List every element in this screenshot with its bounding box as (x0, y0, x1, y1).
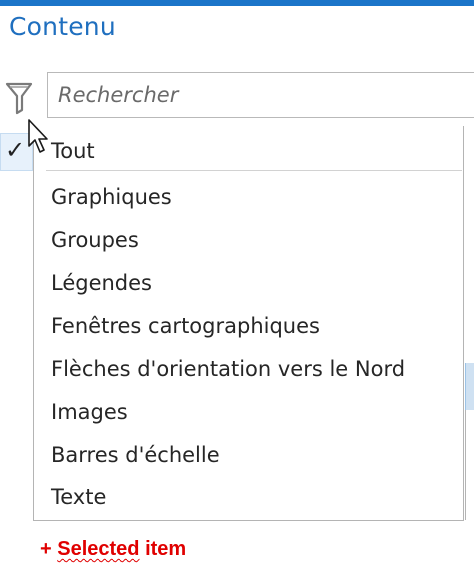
menu-item-fleches-nord[interactable]: Flèches d'orientation vers le Nord (51, 357, 405, 381)
checkmark-icon: ✓ (5, 136, 26, 164)
filter-button[interactable] (2, 76, 36, 116)
menu-separator (46, 170, 462, 171)
background-selected-row (465, 363, 474, 410)
annotation-word-item: item (139, 538, 187, 560)
menu-item-legendes[interactable]: Légendes (51, 271, 152, 295)
selected-item-annotation: + Selected item (40, 538, 186, 561)
annotation-word-selected: Selected (57, 538, 140, 560)
window-accent-bar (0, 0, 474, 6)
menu-item-fenetres-cartographiques[interactable]: Fenêtres cartographiques (51, 314, 320, 338)
menu-item-tout[interactable]: Tout (51, 139, 95, 163)
menu-item-texte[interactable]: Texte (51, 485, 106, 509)
filter-dropdown-menu: Tout Graphiques Groupes Légendes Fenêtre… (33, 126, 464, 521)
filter-icon (5, 82, 33, 115)
mouse-pointer-icon (28, 119, 48, 153)
search-field[interactable] (47, 72, 474, 118)
menu-item-groupes[interactable]: Groupes (51, 228, 139, 252)
background-panel-edge (465, 410, 474, 520)
search-input[interactable] (48, 73, 458, 117)
annotation-prefix: + (40, 538, 58, 560)
pane-title: Contenu (9, 12, 116, 41)
menu-item-graphiques[interactable]: Graphiques (51, 185, 172, 209)
menu-item-images[interactable]: Images (51, 400, 128, 424)
menu-item-barres-echelle[interactable]: Barres d'échelle (51, 443, 220, 467)
